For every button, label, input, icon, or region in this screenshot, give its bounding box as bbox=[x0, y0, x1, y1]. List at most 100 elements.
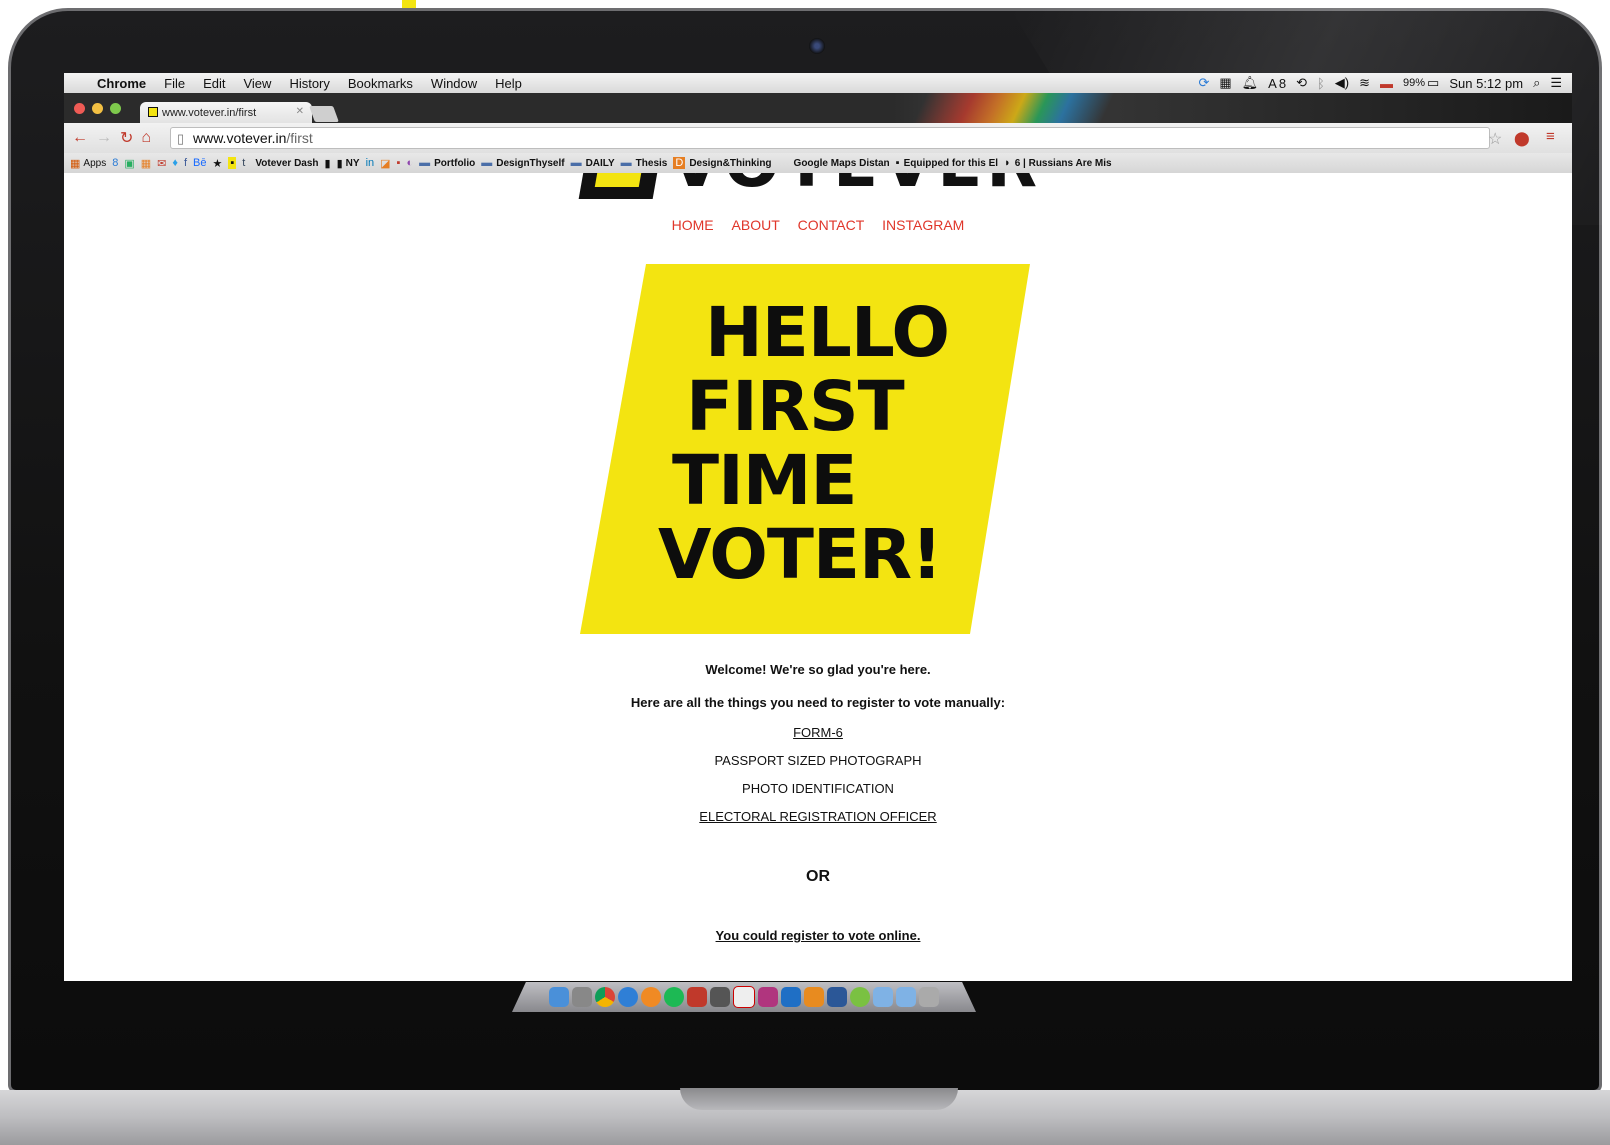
grid-icon[interactable]: ▦ bbox=[1219, 75, 1231, 91]
bookmark-apps[interactable]: Apps bbox=[83, 158, 106, 169]
nav-contact[interactable]: CONTACT bbox=[798, 217, 865, 233]
reload-icon[interactable]: ↻ bbox=[120, 128, 133, 148]
menu-history[interactable]: History bbox=[289, 76, 329, 91]
volume-icon[interactable]: ◀) bbox=[1335, 75, 1349, 91]
bookmark-star-icon[interactable]: ☆ bbox=[1488, 129, 1502, 149]
bookmark-thesis[interactable]: Thesis bbox=[636, 158, 668, 169]
page-icon: ▯ bbox=[177, 131, 185, 146]
menu-app-name[interactable]: Chrome bbox=[97, 76, 146, 91]
profile-bookmark-icon-2[interactable]: ▮ bbox=[337, 157, 343, 170]
photo-booth-icon[interactable] bbox=[687, 987, 707, 1007]
bookmark-ny[interactable]: NY bbox=[346, 158, 360, 169]
google-plus-icon[interactable]: 8 bbox=[112, 157, 118, 169]
ibooks-icon[interactable] bbox=[641, 987, 661, 1007]
bookmark-votever-dash[interactable]: Votever Dash bbox=[255, 158, 318, 169]
menu-bookmarks[interactable]: Bookmarks bbox=[348, 76, 413, 91]
nav-about[interactable]: ABOUT bbox=[732, 217, 780, 233]
evernote-icon[interactable] bbox=[850, 987, 870, 1007]
red-bookmark-icon[interactable]: ▪ bbox=[397, 157, 401, 169]
maps-icon[interactable]: ▣ bbox=[124, 157, 134, 170]
folder-dock-icon[interactable] bbox=[873, 987, 893, 1007]
notification-center-icon[interactable]: ☰ bbox=[1550, 75, 1562, 91]
menu-help[interactable]: Help bbox=[495, 76, 522, 91]
bookmark-google-maps[interactable]: Google Maps Distan bbox=[794, 158, 890, 169]
nav-instagram[interactable]: INSTAGRAM bbox=[882, 217, 964, 233]
gmail-icon[interactable]: ✉ bbox=[157, 157, 166, 170]
clock[interactable]: Sun 5:12 pm bbox=[1449, 76, 1523, 91]
downloads-icon[interactable] bbox=[896, 987, 916, 1007]
zoom-window-icon[interactable] bbox=[110, 103, 121, 114]
office-icon[interactable]: ▦ bbox=[141, 157, 151, 170]
browser-tab[interactable]: www.votever.in/first ✕ bbox=[140, 102, 312, 123]
votever-logo[interactable]: VOTEVER bbox=[578, 173, 1037, 202]
form6-link[interactable]: FORM-6 bbox=[793, 725, 843, 740]
battery-icon[interactable]: ▭ bbox=[1427, 75, 1439, 91]
battery-percent: 99% bbox=[1403, 77, 1426, 89]
behance-icon[interactable]: Bē bbox=[193, 157, 206, 169]
system-prefs-icon[interactable] bbox=[572, 987, 592, 1007]
time-machine-icon[interactable]: ⟲ bbox=[1296, 75, 1307, 91]
menu-edit[interactable]: Edit bbox=[203, 76, 225, 91]
site-nav: HOME ABOUT CONTACT INSTAGRAM bbox=[64, 217, 1572, 233]
color-bookmark-icon[interactable]: ◐ bbox=[406, 157, 413, 169]
menu-window[interactable]: Window bbox=[431, 76, 477, 91]
bookmark-design-thinking[interactable]: Design&Thinking bbox=[689, 158, 771, 169]
close-window-icon[interactable] bbox=[74, 103, 85, 114]
menubar-status-area: ⟳ ▦ 🔔︎ A 8 ⟲ ᛒ ◀) ≋ ▬ 99% ▭ Sun 5:12 pm … bbox=[1188, 73, 1562, 93]
close-tab-icon[interactable]: ✕ bbox=[296, 106, 304, 117]
itunes-icon[interactable] bbox=[618, 987, 638, 1007]
requirement-photo: PASSPORT SIZED PHOTOGRAPH bbox=[714, 753, 922, 768]
finder-icon[interactable] bbox=[549, 987, 569, 1007]
bookmark-portfolio[interactable]: Portfolio bbox=[434, 158, 475, 169]
new-tab-button[interactable] bbox=[309, 106, 339, 122]
chart-bookmark-icon[interactable]: ◪ bbox=[380, 157, 390, 170]
bookmarks-bar: ▦ Apps 8 ▣ ▦ ✉ ♦ f Bē ★ ▪ t Votever Dash… bbox=[64, 153, 1572, 173]
tumblr-icon[interactable]: t bbox=[242, 157, 245, 169]
back-icon[interactable]: ← bbox=[72, 129, 88, 147]
word-icon[interactable] bbox=[827, 987, 847, 1007]
bookmark-equipped[interactable]: Equipped for this El bbox=[904, 158, 998, 169]
home-icon[interactable]: ⌂ bbox=[141, 129, 151, 147]
menu-file[interactable]: File bbox=[164, 76, 185, 91]
address-bar[interactable]: ▯ www.votever.in/first bbox=[170, 127, 1490, 149]
url-path: /first bbox=[286, 130, 313, 146]
online-register-link[interactable]: You could register to vote online. bbox=[716, 928, 921, 943]
votever-bookmark-icon[interactable]: ▪ bbox=[228, 157, 237, 169]
sync-icon[interactable]: ⟳ bbox=[1198, 75, 1209, 91]
wifi-icon[interactable]: ≋ bbox=[1359, 75, 1370, 91]
chrome-icon[interactable] bbox=[595, 987, 615, 1007]
menu-view[interactable]: View bbox=[243, 76, 271, 91]
d-logo-icon: D bbox=[673, 157, 686, 169]
linkedin-icon[interactable]: in bbox=[366, 157, 375, 169]
poster-line-1: HELLO bbox=[705, 293, 950, 373]
chrome-menu-icon[interactable]: ≡ bbox=[1546, 128, 1555, 145]
ero-link[interactable]: ELECTORAL REGISTRATION OFFICER bbox=[699, 809, 936, 824]
nav-home[interactable]: HOME bbox=[672, 217, 714, 233]
bookmark-designthyself[interactable]: DesignThyself bbox=[496, 158, 564, 169]
browser-toolbar: ← → ↻ ⌂ ▯ www.votever.in/first ☆ ⬤ ≡ bbox=[64, 123, 1572, 153]
flag-icon[interactable]: ▬ bbox=[1380, 76, 1393, 91]
photoshop-icon[interactable] bbox=[781, 987, 801, 1007]
facebook-icon[interactable]: f bbox=[184, 157, 187, 169]
star-bookmark-icon[interactable]: ★ bbox=[213, 157, 223, 170]
acrobat-icon[interactable] bbox=[733, 986, 755, 1008]
spotify-icon[interactable] bbox=[664, 987, 684, 1007]
indesign-icon[interactable] bbox=[758, 987, 778, 1007]
poster-line-4: VOTER! bbox=[658, 515, 943, 595]
forward-icon[interactable]: → bbox=[96, 129, 112, 147]
adobe-icon[interactable]: A bbox=[1268, 76, 1277, 91]
spotlight-icon[interactable]: ⌕ bbox=[1533, 75, 1540, 91]
extension-icon[interactable]: ⬤ bbox=[1514, 130, 1530, 147]
twitter-icon[interactable]: ♦ bbox=[172, 157, 178, 169]
apps-icon: ▦ bbox=[70, 157, 81, 170]
bookmark-daily[interactable]: DAILY bbox=[586, 158, 615, 169]
profile-bookmark-icon[interactable]: ▮ bbox=[325, 157, 331, 170]
trash-icon[interactable] bbox=[919, 987, 939, 1007]
minimize-window-icon[interactable] bbox=[92, 103, 103, 114]
bluetooth-icon[interactable]: ᛒ bbox=[1317, 76, 1325, 91]
bell-icon[interactable]: 🔔︎ bbox=[1242, 75, 1259, 91]
bookmark-russians[interactable]: 6 | Russians Are Mis bbox=[1015, 158, 1112, 169]
solitaire-icon[interactable] bbox=[710, 987, 730, 1007]
votever-favicon bbox=[148, 107, 158, 117]
illustrator-icon[interactable] bbox=[804, 987, 824, 1007]
